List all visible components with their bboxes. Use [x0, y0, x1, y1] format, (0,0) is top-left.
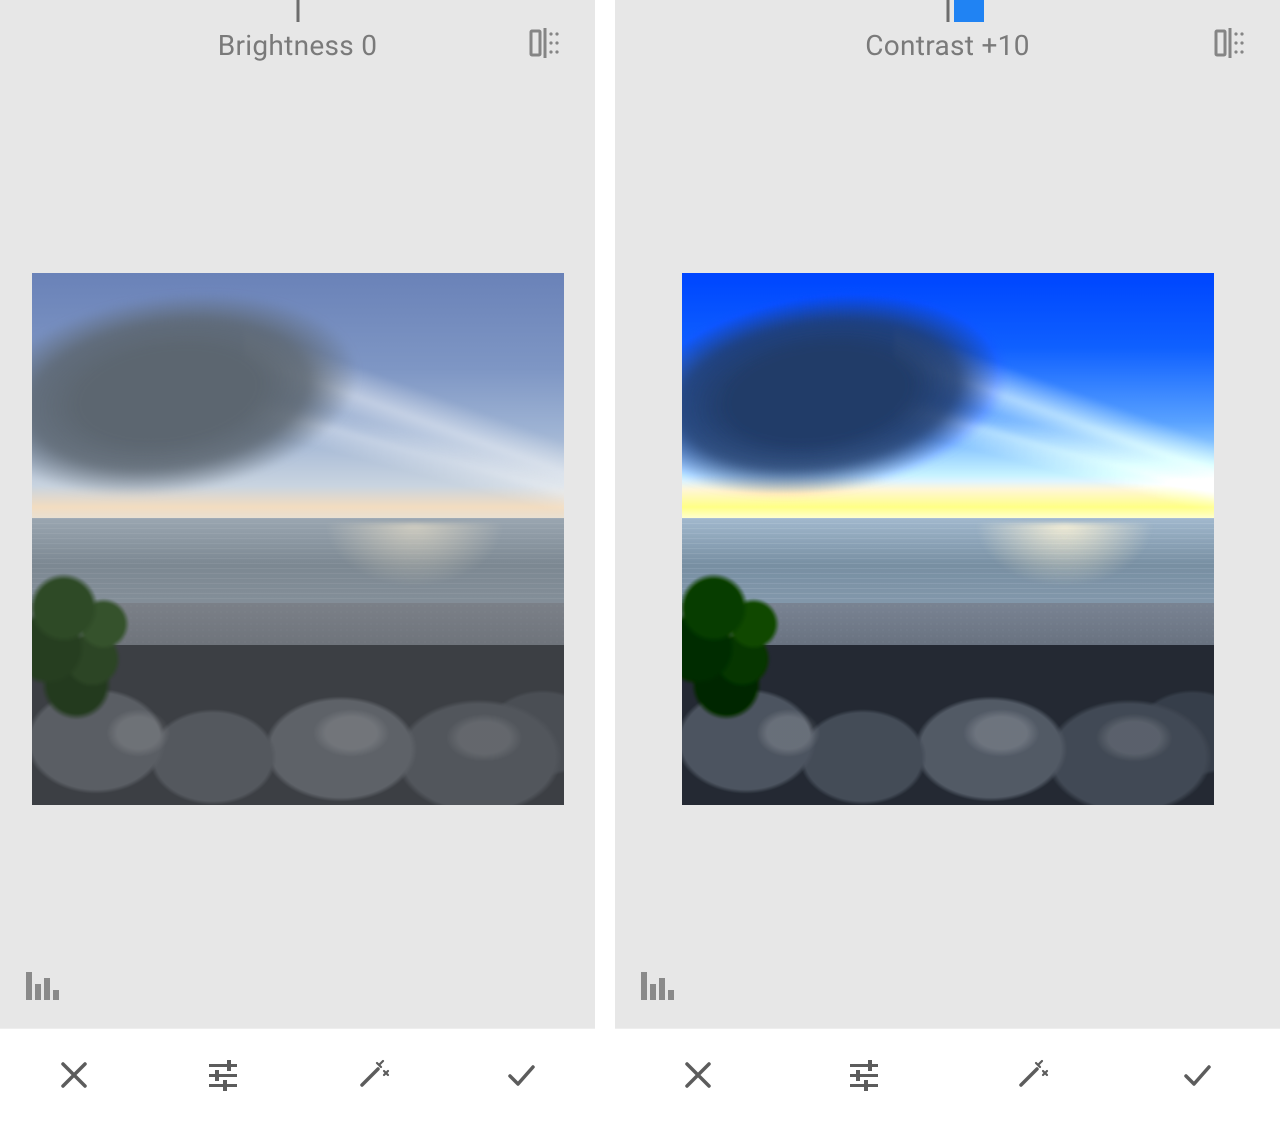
top-bar: Contrast +10: [615, 0, 1280, 90]
histogram-button[interactable]: [637, 964, 677, 1004]
compare-icon: [1213, 26, 1247, 64]
adjustment-label: Contrast +10: [865, 29, 1030, 62]
histogram-icon: [25, 970, 59, 1004]
slider-thumb[interactable]: [954, 0, 984, 22]
check-icon: [503, 1057, 539, 1097]
auto-enhance-button[interactable]: [347, 1052, 397, 1102]
cancel-button[interactable]: [49, 1052, 99, 1102]
image-canvas[interactable]: [0, 90, 595, 1028]
slider-center-tick[interactable]: [946, 0, 949, 22]
cancel-button[interactable]: [673, 1052, 723, 1102]
preview-image: [682, 273, 1214, 805]
compare-button[interactable]: [525, 25, 565, 65]
check-icon: [1179, 1057, 1215, 1097]
compare-button[interactable]: [1210, 25, 1250, 65]
histogram-icon: [640, 970, 674, 1004]
adjust-button[interactable]: [198, 1052, 248, 1102]
bottom-toolbar: [615, 1028, 1280, 1124]
close-icon: [680, 1057, 716, 1097]
apply-button[interactable]: [1172, 1052, 1222, 1102]
top-bar: Brightness 0: [0, 0, 595, 90]
adjustment-label: Brightness 0: [218, 29, 378, 62]
histogram-button[interactable]: [22, 964, 62, 1004]
editor-panel-right: Contrast +10: [615, 0, 1280, 1124]
editor-panel-left: Brightness 0: [0, 0, 595, 1124]
apply-button[interactable]: [496, 1052, 546, 1102]
adjust-button[interactable]: [839, 1052, 889, 1102]
wand-icon: [1013, 1057, 1049, 1097]
auto-enhance-button[interactable]: [1006, 1052, 1056, 1102]
sliders-icon: [205, 1057, 241, 1097]
wand-icon: [354, 1057, 390, 1097]
preview-image: [32, 273, 564, 805]
image-canvas[interactable]: [615, 90, 1280, 1028]
close-icon: [56, 1057, 92, 1097]
slider-center-tick[interactable]: [296, 0, 299, 22]
panel-divider: [595, 0, 615, 1124]
compare-icon: [528, 26, 562, 64]
sliders-icon: [846, 1057, 882, 1097]
bottom-toolbar: [0, 1028, 595, 1124]
